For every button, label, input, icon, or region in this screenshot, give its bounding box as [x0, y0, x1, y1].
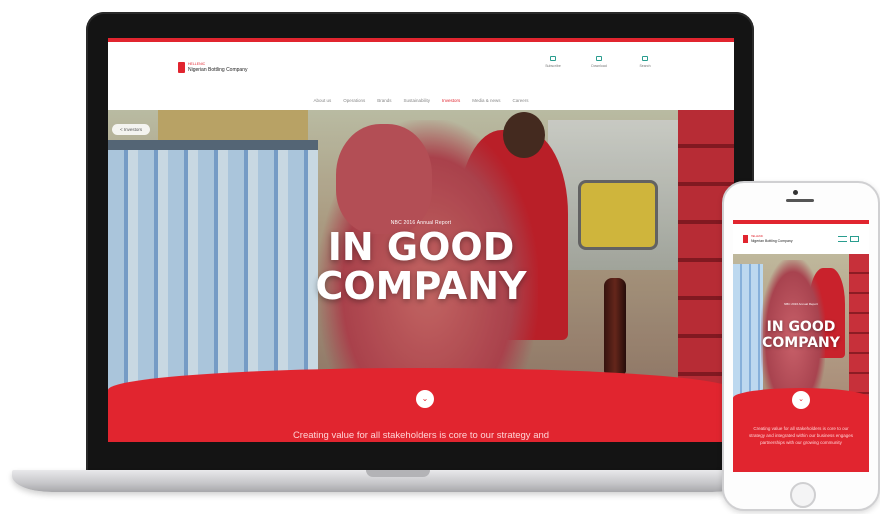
- mobile-scroll-down-button[interactable]: ⌄: [792, 391, 810, 409]
- laptop-screen: HELLENIC Nigerian Bottling Company Subsc…: [108, 38, 734, 442]
- phone-screen: HELLENIC Nigerian Bottling Company NBC 2…: [733, 220, 869, 472]
- mobile-brand-logo[interactable]: HELLENIC Nigerian Bottling Company: [751, 235, 811, 243]
- hero-title-line-1: IN GOOD: [327, 225, 515, 269]
- nav-item-media[interactable]: Media & news: [472, 98, 500, 103]
- intro-caption: Creating value for all stakeholders is c…: [292, 430, 550, 441]
- back-button[interactable]: < Investors: [112, 124, 151, 135]
- search-icon: [642, 56, 648, 61]
- mobile-top-accent-bar: [733, 220, 869, 224]
- hero-title: IN GOOD COMPANY: [108, 228, 734, 306]
- home-button[interactable]: [790, 482, 816, 508]
- mobile-intro-caption: Creating value for all stakeholders is c…: [748, 426, 854, 445]
- mail-icon: [550, 56, 556, 61]
- brand-logo[interactable]: HELLENIC Nigerian Bottling Company: [188, 61, 278, 73]
- main-nav: About us Operations Brands Sustainabilit…: [108, 90, 734, 110]
- search-button[interactable]: Search: [632, 56, 658, 68]
- search-label: Search: [639, 64, 651, 68]
- laptop-notch: [366, 470, 430, 477]
- subscribe-label: Subscribe: [545, 64, 561, 68]
- header-tools: Subscribe Download Search: [540, 56, 658, 68]
- nav-item-sustainability[interactable]: Sustainability: [403, 98, 430, 103]
- mobile-hero-title: IN GOOD COMPANY: [733, 319, 869, 351]
- mobile-hero-title-line-2: COMPANY: [762, 335, 840, 351]
- share-icon: [596, 56, 602, 61]
- phone-speaker: [786, 199, 814, 202]
- mobile-hero-kicker: NBC 2016 Annual Report: [784, 302, 818, 306]
- nav-item-about[interactable]: About us: [313, 98, 331, 103]
- mobile-brand-logo-icon[interactable]: [743, 235, 748, 243]
- mobile-logo-name: Nigerian Bottling Company: [751, 239, 793, 243]
- scroll-down-button[interactable]: ⌄: [416, 390, 434, 408]
- brand-logo-icon[interactable]: [178, 62, 185, 73]
- download-label: Download: [591, 64, 607, 68]
- camera-icon: [793, 190, 798, 195]
- site-header: HELLENIC Nigerian Bottling Company Subsc…: [108, 42, 734, 90]
- subscribe-button[interactable]: Subscribe: [540, 56, 566, 68]
- hero-banner: < Investors NBC 2016 Annual Report IN GO…: [108, 110, 734, 400]
- nav-item-operations[interactable]: Operations: [343, 98, 365, 103]
- logo-name: Nigerian Bottling Company: [188, 67, 248, 73]
- nav-item-careers[interactable]: Careers: [513, 98, 529, 103]
- nav-item-brands[interactable]: Brands: [377, 98, 391, 103]
- nav-item-investors[interactable]: Investors: [442, 98, 460, 103]
- mobile-hero-title-line-1: IN GOOD: [766, 319, 836, 335]
- mobile-search-icon[interactable]: [850, 236, 859, 242]
- download-button[interactable]: Download: [586, 56, 612, 68]
- hero-title-line-2: COMPANY: [315, 264, 527, 308]
- mobile-menu-icon[interactable]: [838, 236, 847, 242]
